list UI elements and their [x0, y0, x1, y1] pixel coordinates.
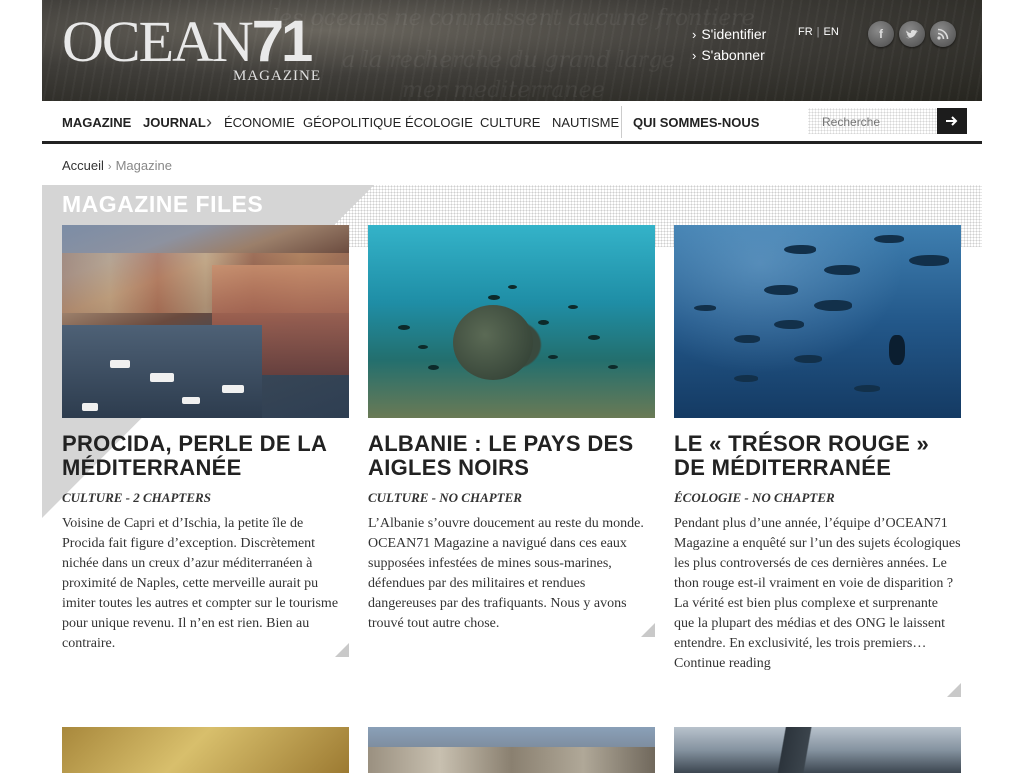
corner-arrow-icon[interactable]	[947, 683, 961, 697]
nav-item-geopolitique[interactable]: GÉOPOLITIQUE	[303, 115, 401, 130]
article-meta: CULTURE - 2 CHAPTERS	[62, 490, 211, 505]
article-meta: ÉCOLOGIE - NO CHAPTER	[674, 490, 835, 505]
nav-item-magazine[interactable]: MAGAZINE	[62, 115, 131, 130]
lang-fr[interactable]: FR	[798, 26, 813, 38]
article-image-next-2[interactable]	[368, 727, 655, 773]
nav-item-ecologie[interactable]: ÉCOLOGIE	[405, 115, 473, 130]
logo-subtitle: MAGAZINE	[233, 68, 321, 84]
search-submit-button[interactable]	[937, 108, 967, 134]
nav-item-qui-sommes-nous[interactable]: QUI SOMMES-NOUS	[633, 115, 759, 130]
twitter-icon[interactable]	[899, 21, 925, 47]
article-image-albania[interactable]	[368, 225, 655, 418]
article-excerpt: L’Albanie s’ouvre doucement au reste du …	[368, 516, 644, 631]
nav-divider	[621, 106, 622, 138]
breadcrumb-home[interactable]: Accueil	[62, 158, 104, 173]
article-card[interactable]: PROCIDA, PERLE DE LA MÉDITERRANÉE CULTUR…	[62, 225, 349, 657]
nav-item-journal[interactable]: JOURNAL	[143, 115, 206, 130]
facebook-icon[interactable]: f	[868, 21, 894, 47]
header-banner: les oceans ne connaissent aucune frontie…	[42, 0, 982, 101]
rss-icon[interactable]	[930, 21, 956, 47]
article-card[interactable]: ALBANIE : LE PAYS DES AIGLES NOIRS CULTU…	[368, 225, 655, 637]
breadcrumb: Accueil › Magazine	[62, 158, 172, 173]
account-links: S'identifier S'abonner	[692, 24, 766, 66]
search-input[interactable]	[820, 112, 934, 132]
main-nav: MAGAZINE JOURNAL › ÉCONOMIE GÉOPOLITIQUE…	[42, 104, 982, 144]
continue-reading-link[interactable]: Continue reading	[674, 656, 771, 671]
nav-item-economie[interactable]: ÉCONOMIE	[224, 115, 295, 130]
lang-en[interactable]: EN	[824, 26, 839, 38]
nav-item-nautisme[interactable]: NAUTISME	[552, 115, 619, 130]
article-title[interactable]: LE « TRÉSOR ROUGE » DE MÉDITERRANÉE	[674, 432, 961, 480]
social-icons: f	[868, 21, 956, 47]
subscribe-link[interactable]: S'abonner	[692, 45, 766, 66]
article-title[interactable]: ALBANIE : LE PAYS DES AIGLES NOIRS	[368, 432, 655, 480]
page-wrapper: les oceans ne connaissent aucune frontie…	[42, 0, 982, 773]
breadcrumb-current: Magazine	[115, 158, 172, 173]
article-title[interactable]: PROCIDA, PERLE DE LA MÉDITERRANÉE	[62, 432, 349, 480]
article-excerpt: Voisine de Capri et d’Ischia, la petite …	[62, 516, 339, 651]
article-image-next-3[interactable]	[674, 727, 961, 773]
article-image-procida[interactable]	[62, 225, 349, 418]
article-image-next-1[interactable]	[62, 727, 349, 773]
login-link[interactable]: S'identifier	[692, 24, 766, 45]
arrow-right-icon	[946, 116, 958, 126]
article-card[interactable]: LE « TRÉSOR ROUGE » DE MÉDITERRANÉE ÉCOL…	[674, 225, 961, 697]
article-meta: CULTURE - NO CHAPTER	[368, 490, 522, 505]
section-title: MAGAZINE FILES	[62, 191, 264, 217]
breadcrumb-separator-icon: ›	[107, 161, 112, 173]
nav-item-culture[interactable]: CULTURE	[480, 115, 540, 130]
site-logo[interactable]: OCEAN71 MAGAZINE	[62, 13, 320, 85]
article-image-tuna[interactable]	[674, 225, 961, 418]
logo-number: 71	[251, 9, 313, 74]
search-form	[808, 108, 968, 134]
logo-text: OCEAN	[62, 9, 254, 74]
article-excerpt: Pendant plus d’une année, l’équipe d’OCE…	[674, 514, 961, 674]
article-excerpt-text: Pendant plus d’une année, l’équipe d’OCE…	[674, 516, 961, 651]
chevron-right-icon: ›	[206, 112, 212, 132]
language-switcher: FR | EN	[798, 26, 839, 38]
